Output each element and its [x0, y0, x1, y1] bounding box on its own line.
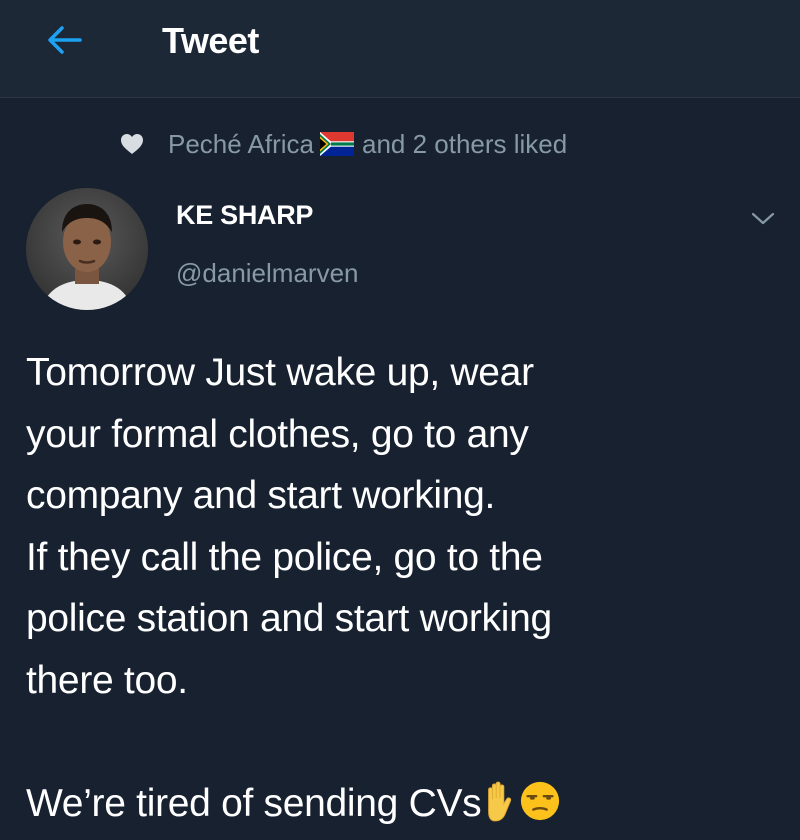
- chevron-down-icon: [751, 212, 775, 225]
- heart-icon: [121, 134, 143, 154]
- tweet-line: there too.: [26, 658, 188, 702]
- back-button[interactable]: [36, 18, 92, 62]
- more-options-button[interactable]: [746, 206, 780, 232]
- top-bar: Tweet: [0, 0, 800, 98]
- tweet-line: police station and start working: [26, 597, 552, 640]
- tweet-line: If they call the police, go to the: [26, 535, 543, 579]
- unamused-face-emoji: [521, 781, 560, 820]
- liker-name: Peché Africa: [168, 128, 314, 159]
- south-africa-flag-icon: [319, 132, 354, 156]
- tweet-line: your formal clothes, go to any: [26, 412, 529, 456]
- avatar-image: [26, 188, 148, 310]
- avatar[interactable]: [26, 188, 148, 310]
- back-arrow-icon: [48, 26, 82, 54]
- social-context[interactable]: Peché Africa and 2 others liked: [120, 126, 567, 162]
- tweet-line: company and start working.: [26, 474, 496, 517]
- liked-suffix: and 2 others liked: [361, 128, 568, 159]
- tweet-closing-line: We’re tired of sending CVs: [26, 773, 766, 835]
- tweet-text: Tomorrow Just wake up, wear your formal …: [26, 342, 766, 834]
- author-display-name[interactable]: KE SHARP: [176, 200, 313, 231]
- author-handle[interactable]: @danielmarven: [176, 258, 358, 289]
- tweet-line: Tomorrow Just wake up, wear: [26, 351, 534, 394]
- raised-hand-emoji: [488, 781, 512, 821]
- tweet-closing-text: We’re tired of sending CVs: [26, 781, 482, 825]
- page-title: Tweet: [162, 20, 259, 61]
